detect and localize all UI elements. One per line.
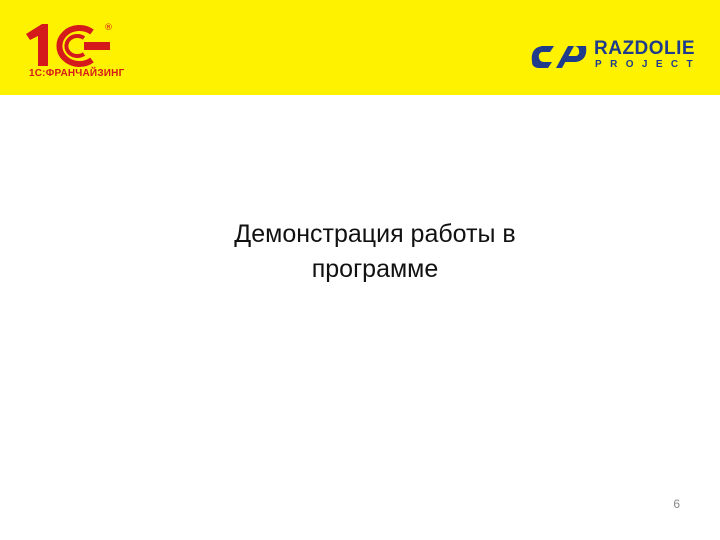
razdolie-logo: RAZDOLIE PROJECT bbox=[528, 38, 708, 74]
slide-title-line-2: программе bbox=[311, 255, 439, 283]
page-number: 6 bbox=[673, 497, 680, 511]
razdolie-icon bbox=[531, 46, 587, 68]
razdolie-name: RAZDOLIE bbox=[594, 38, 696, 59]
1c-logo-mark: ® bbox=[26, 23, 113, 67]
svg-text:®: ® bbox=[104, 23, 113, 33]
razdolie-subtitle: PROJECT bbox=[595, 59, 702, 70]
header-bar: ® 1С:ФРАНЧАЙЗИНГ RAZDOLIE PROJECT bbox=[0, 0, 720, 95]
1c-logo: ® bbox=[22, 20, 142, 90]
1c-caption: 1С:ФРАНЧАЙЗИНГ bbox=[29, 68, 125, 79]
slide-title: Демонстрация работы в программе bbox=[140, 217, 610, 287]
slide-title-line-1: Демонстрация работы в bbox=[234, 220, 516, 248]
